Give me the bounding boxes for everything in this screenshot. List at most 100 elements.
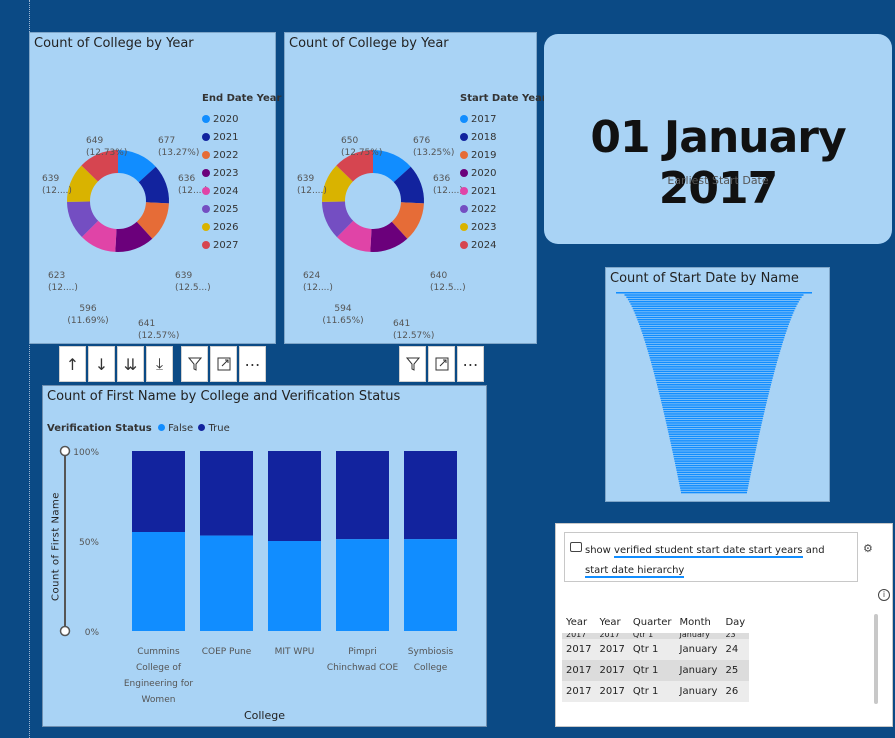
qa-query-link[interactable]: verified student start date start years [614,545,803,558]
funnel-bar[interactable] [651,361,777,364]
funnel-bar[interactable] [672,451,756,453]
drill-down-icon[interactable]: ↓ [88,346,115,382]
funnel-bar[interactable] [659,393,769,395]
funnel-bar[interactable] [651,363,777,366]
funnel-bar[interactable] [676,471,752,474]
funnel-bar[interactable] [632,307,796,310]
funnel-bar[interactable] [657,386,771,388]
funnel-bar[interactable] [635,314,793,316]
funnel-bar[interactable] [639,325,789,328]
funnel-bar[interactable] [633,309,795,312]
funnel-bar[interactable] [677,473,751,476]
legend-item-2021[interactable]: 2021 [202,128,281,146]
funnel-bar[interactable] [679,485,749,487]
funnel-bar[interactable] [646,345,782,348]
funnel-bar[interactable] [640,327,788,330]
funnel-bar[interactable] [638,321,790,323]
funnel-bar[interactable] [666,424,762,426]
legend-item-2022[interactable]: 2022 [202,146,281,164]
bar-segment-false[interactable] [200,535,253,631]
bar-segment-true[interactable] [268,451,321,541]
funnel-bar[interactable] [649,354,779,357]
funnel-bar[interactable] [642,334,786,337]
legend-item-2024[interactable]: 2024 [460,236,547,254]
funnel-bar[interactable] [675,462,753,465]
bar-segment-false[interactable] [336,539,389,631]
funnel-bar[interactable] [676,469,752,471]
funnel-bar[interactable] [659,395,769,397]
funnel-bar[interactable] [673,453,755,456]
funnel-bar[interactable] [649,357,779,359]
funnel-bar[interactable] [664,413,764,415]
legend-item-2020[interactable]: 2020 [460,164,547,182]
focus-mode-icon[interactable] [428,346,455,382]
funnel-bar[interactable] [662,406,766,409]
bar-segment-false[interactable] [268,541,321,631]
funnel-bar[interactable] [675,464,753,467]
funnel-bar[interactable] [667,428,761,431]
funnel-bar[interactable] [664,415,764,417]
funnel-bar[interactable] [667,426,761,429]
funnel-bar[interactable] [636,316,792,319]
funnel-bar[interactable] [647,350,781,352]
funnel-bar[interactable] [626,296,802,299]
bar-segment-true[interactable] [132,451,185,532]
funnel-bar[interactable] [666,422,762,424]
qa-table-header[interactable]: Year [562,612,596,633]
funnel-bar[interactable] [665,417,763,420]
funnel-bar[interactable] [653,370,775,373]
funnel-bar[interactable] [663,410,765,413]
donut-card-end-year[interactable]: Count of College by Year 677 (13.27%) 636(… [30,33,281,343]
funnel-bar[interactable] [681,491,747,494]
qa-table-header[interactable]: Day [721,612,750,633]
donut-card-start-year[interactable]: Count of College by Year 676 (13.25%) 636(… [285,33,547,343]
qa-scrollbar[interactable] [874,614,878,704]
qa-question-box[interactable]: show verified student start date start y… [564,532,858,582]
qa-table-header[interactable]: Quarter [628,612,676,633]
more-options-icon[interactable]: ⋯ [239,346,266,382]
funnel-bar[interactable] [645,341,783,343]
funnel-bar[interactable] [669,435,759,438]
funnel-bar[interactable] [650,359,778,361]
funnel-bar[interactable] [647,348,781,350]
bar-segment-false[interactable] [404,539,457,631]
bar-segment-true[interactable] [404,451,457,540]
funnel-bar[interactable] [652,368,776,370]
stacked-bar-chart[interactable]: 100% 50% 0% Cummins College of Engineering fo… [43,386,486,726]
legend-item-2017[interactable]: 2017 [460,110,547,128]
expand-all-down-icon[interactable]: ⤓ [146,346,173,382]
legend-item-2020[interactable]: 2020 [202,110,281,128]
legend-item-2019[interactable]: 2019 [460,146,547,164]
funnel-bar[interactable] [637,318,791,321]
funnel-bar[interactable] [639,323,789,325]
funnel-bar[interactable] [624,294,804,296]
funnel-bar[interactable] [678,480,750,483]
funnel-chart[interactable] [606,268,829,501]
funnel-bar[interactable] [658,388,770,391]
more-options-icon[interactable]: ⋯ [457,346,484,382]
legend-item-2022[interactable]: 2022 [460,200,547,218]
qa-query-link-2[interactable]: start date hierarchy [585,565,685,578]
funnel-bar[interactable] [654,375,774,377]
bar-segment-true[interactable] [336,451,389,540]
funnel-bar[interactable] [634,312,794,314]
filter-icon[interactable] [399,346,426,382]
funnel-bar[interactable] [616,292,812,294]
funnel-bar[interactable] [643,336,785,339]
qa-card[interactable]: show verified student start date start y… [555,523,893,727]
legend-item-2026[interactable]: 2026 [202,218,281,236]
bar-segment-false[interactable] [132,532,185,631]
funnel-bar[interactable] [670,440,758,442]
funnel-bar[interactable] [671,446,757,449]
funnel-bar[interactable] [631,305,797,308]
funnel-bar[interactable] [645,343,783,346]
funnel-bar[interactable] [669,437,759,440]
legend-item-2018[interactable]: 2018 [460,128,547,146]
funnel-bar[interactable] [656,381,772,384]
funnel-bar[interactable] [657,384,771,386]
funnel-bar[interactable] [660,397,768,400]
funnel-bar[interactable] [680,489,748,492]
funnel-bar[interactable] [654,372,774,375]
funnel-bar[interactable] [671,444,757,447]
qa-settings-icon[interactable]: ⚙ [863,542,873,555]
